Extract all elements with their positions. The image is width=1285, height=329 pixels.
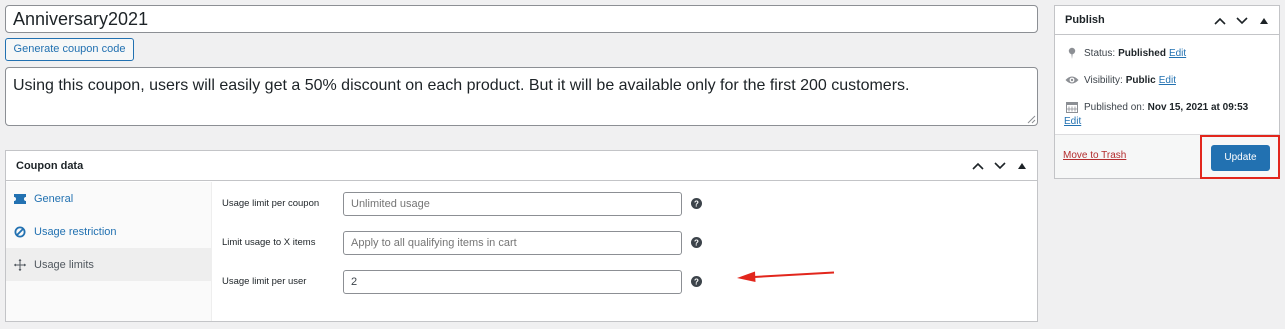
move-up-icon[interactable] [1213,14,1227,28]
usage-limit-per-user-label: Usage limit per user [222,276,307,287]
published-on-edit-line: Edit [1064,116,1081,127]
tab-general[interactable]: General [6,182,211,215]
help-icon[interactable]: ? [691,237,702,248]
coupon-data-tabs: General Usage restriction Usage limits [6,182,212,321]
tab-usage-limits[interactable]: Usage limits [6,248,211,281]
calendar-icon [1065,100,1079,114]
help-icon[interactable]: ? [691,198,702,209]
move-up-icon[interactable] [971,159,985,173]
ticket-icon [13,192,27,206]
coupon-data-box: Coupon data General Usage restriction Us… [5,150,1038,322]
coupon-description-textarea[interactable]: Using this coupon, users will easily get… [5,67,1038,126]
collapse-toggle-icon[interactable] [1015,159,1029,173]
usage-limit-per-user-row: Usage limit per user ? [213,270,1037,294]
coupon-data-header: Coupon data [6,151,1037,181]
limit-usage-to-x-items-label: Limit usage to X items [222,237,316,248]
block-icon [13,225,27,239]
eye-icon [1065,73,1079,87]
published-on-label: Published on: [1084,101,1145,113]
usage-limit-per-coupon-label: Usage limit per coupon [222,198,320,209]
visibility-label: Visibility: [1084,74,1123,86]
limit-usage-to-x-items-input[interactable] [343,231,682,255]
help-icon[interactable]: ? [691,276,702,287]
status-line: Status: Published Edit [1065,46,1186,60]
publish-header: Publish [1055,6,1279,35]
move-to-trash-link[interactable]: Move to Trash [1063,150,1126,161]
coupon-title-input[interactable] [5,5,1038,33]
published-on-line: Published on: Nov 15, 2021 at 09:53 [1065,100,1248,114]
visibility-line: Visibility: Public Edit [1065,73,1176,87]
usage-limits-panel: Usage limit per coupon ? Limit usage to … [213,182,1037,321]
tab-general-label: General [34,192,74,205]
annotation-arrow-icon [737,271,835,282]
collapse-toggle-icon[interactable] [1257,14,1271,28]
tab-usage-restriction-label: Usage restriction [34,225,117,238]
status-edit-link[interactable]: Edit [1169,48,1186,59]
usage-limit-per-coupon-input[interactable] [343,192,682,216]
svg-text:?: ? [694,238,699,247]
limit-usage-to-x-items-row: Limit usage to X items ? [213,231,1037,255]
publish-title: Publish [1065,14,1105,26]
pin-icon [1065,46,1079,60]
status-value: Published [1118,47,1166,59]
publish-controls [1213,6,1271,36]
arrows-icon [13,258,27,272]
svg-text:?: ? [694,277,699,286]
update-highlight-box [1200,135,1280,179]
visibility-value: Public [1125,74,1156,86]
tab-usage-restriction[interactable]: Usage restriction [6,215,211,248]
move-down-icon[interactable] [1235,14,1249,28]
published-on-value: Nov 15, 2021 at 09:53 [1147,101,1249,113]
resize-handle-icon[interactable] [1027,115,1036,124]
generate-coupon-code-button[interactable]: Generate coupon code [5,38,134,61]
status-label: Status: [1084,47,1116,59]
coupon-data-title: Coupon data [16,159,84,172]
usage-limit-per-coupon-row: Usage limit per coupon ? [213,192,1037,216]
coupon-data-controls [971,151,1029,181]
tab-usage-limits-label: Usage limits [34,258,94,271]
svg-text:?: ? [694,199,699,208]
published-on-edit-link[interactable]: Edit [1064,116,1081,127]
usage-limit-per-user-input[interactable] [343,270,682,294]
move-down-icon[interactable] [993,159,1007,173]
visibility-edit-link[interactable]: Edit [1159,75,1176,86]
